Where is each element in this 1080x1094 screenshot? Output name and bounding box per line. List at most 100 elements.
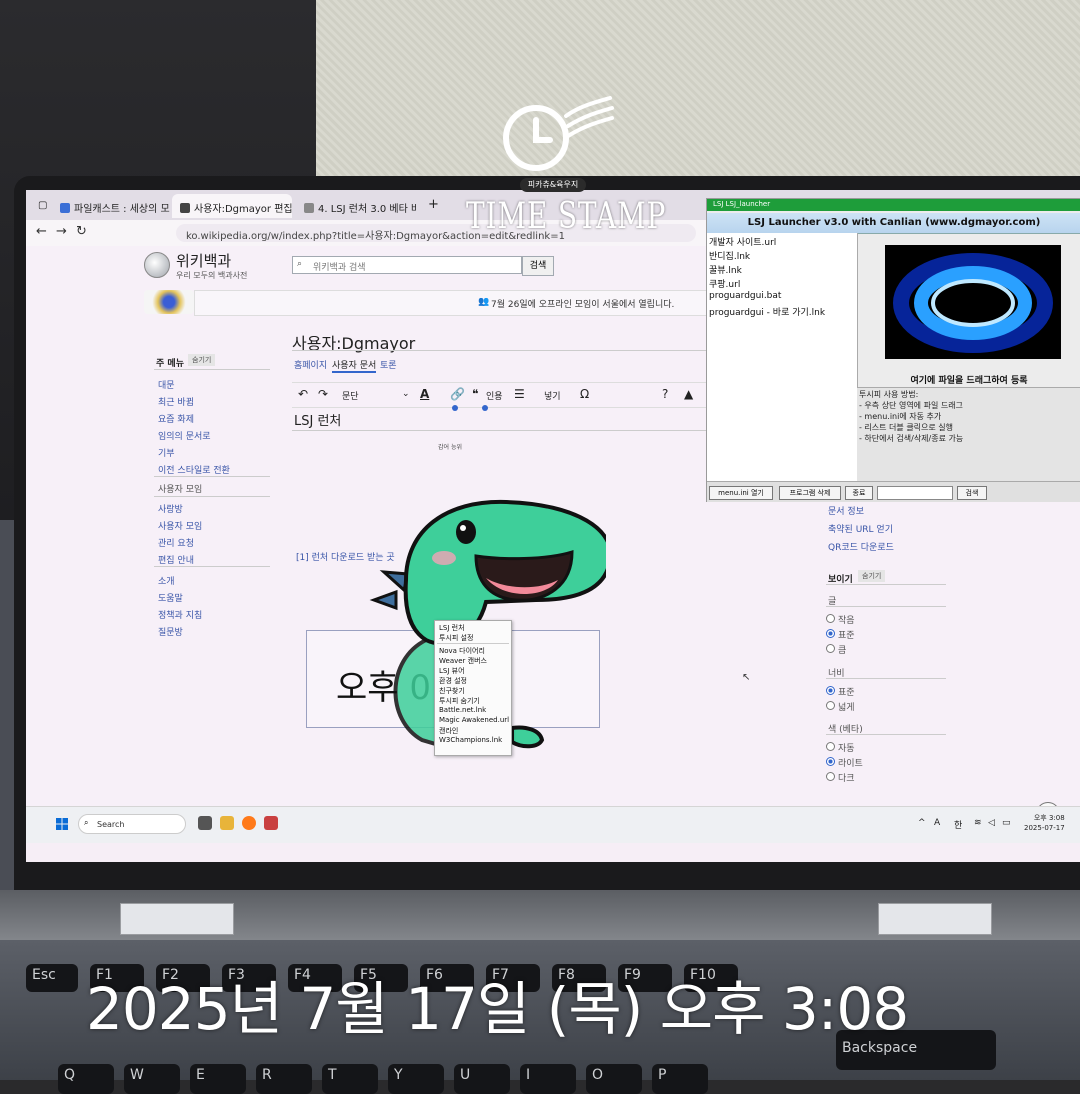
sidebar-hide-button[interactable]: 숨기기 [188, 354, 216, 366]
menu-item-weaver-canvas[interactable]: Weaver 캔버스 [439, 656, 487, 666]
cite-button[interactable]: 인용 [486, 389, 503, 402]
sidebar-item-old-skin[interactable]: 이전 스타일로 전환 [158, 463, 230, 476]
ime-korean-indicator[interactable]: 한 [954, 818, 962, 831]
menu-item-find-friends[interactable]: 친구찾기 [439, 686, 465, 696]
tray-clock[interactable]: 오후 3:08 2025-07-17 [1024, 813, 1065, 833]
reload-button[interactable]: ↻ [76, 224, 87, 239]
menu-item-battlenet[interactable]: Battle.net.lnk [439, 706, 486, 714]
list-item[interactable]: proguardgui - 바로 가기.lnk [709, 305, 825, 318]
list-item[interactable]: 반디집.lnk [709, 249, 750, 262]
tab-menu-icon[interactable]: ▢ [30, 194, 50, 218]
tab-wikipedia-editor[interactable]: 사용자:Dgmayor 편집기 - 위키 [172, 194, 292, 218]
sidebar-item-questions[interactable]: 질문방 [158, 625, 183, 638]
tab-homepage[interactable]: 홈페이지 [294, 358, 327, 371]
tool-short-url[interactable]: 축약된 URL 얻기 [828, 522, 893, 535]
radio-color-dark[interactable] [826, 772, 835, 781]
lsj-program-list[interactable]: 개발자 사이트.url 반디집.lnk 꿀뷰.lnk 쿠팡.url progua… [707, 233, 858, 481]
paragraph-format-dropdown[interactable]: 문단 [342, 389, 359, 402]
warning-icon[interactable]: ▲ [684, 387, 693, 401]
menu-item-hide[interactable]: 투시피 숨기기 [439, 696, 480, 706]
tab-user-page[interactable]: 사용자 문서 [332, 358, 377, 373]
radio-width-wide[interactable] [826, 701, 835, 710]
sidebar-item-admin-request[interactable]: 관리 요청 [158, 536, 194, 549]
key-i[interactable]: I [520, 1064, 576, 1094]
menu-item-nova-diary[interactable]: Nova 다이어리 [439, 646, 485, 656]
wiki-search-button[interactable]: 검색 [522, 256, 554, 276]
special-character-icon[interactable]: Ω [580, 387, 589, 401]
wiki-search-input[interactable]: 위키백과 검색 [292, 256, 522, 274]
list-item[interactable]: proguardgui.bat [709, 291, 781, 301]
list-item[interactable]: 꿀뷰.lnk [709, 263, 742, 276]
chevron-down-icon[interactable]: ⌄ [402, 389, 410, 399]
sidebar-item-recent[interactable]: 최근 바뀜 [158, 395, 194, 408]
radio-text-small[interactable] [826, 614, 835, 623]
redo-icon[interactable]: ↷ [318, 387, 328, 401]
taskbar-search-input[interactable]: Search [78, 814, 186, 834]
key-q[interactable]: Q [58, 1064, 114, 1094]
lsj-search-button[interactable]: 검색 [957, 486, 987, 500]
key-y[interactable]: Y [388, 1064, 444, 1094]
new-tab-button[interactable]: + [420, 194, 447, 218]
pinned-app-icon[interactable] [264, 816, 278, 830]
sidebar-item-user-group[interactable]: 사용자 모임 [158, 519, 202, 532]
wikipedia-globe-icon[interactable] [144, 252, 170, 278]
help-icon[interactable]: ? [662, 387, 668, 401]
body-small-text[interactable]: 감어 능위 [438, 442, 462, 451]
undo-icon[interactable]: ↶ [298, 387, 308, 401]
task-view-icon[interactable] [198, 816, 212, 830]
delete-program-button[interactable]: 프로그램 삭제 [779, 486, 841, 500]
tab-lsj-release[interactable]: 4. LSJ 런처 3.0 베타 버전 배포 [296, 194, 416, 218]
radio-text-large[interactable] [826, 644, 835, 653]
menu-item-lsj-launcher[interactable]: LSJ 런처 [439, 623, 465, 633]
menu-item-settings[interactable]: 투시피 설정 [439, 633, 473, 643]
forward-button[interactable]: → [56, 224, 67, 239]
radio-text-standard[interactable] [826, 629, 835, 638]
exit-button[interactable]: 종료 [845, 486, 873, 500]
section-heading[interactable]: LSJ 런처 [294, 410, 341, 429]
open-menu-ini-button[interactable]: menu.ini 열기 [709, 486, 773, 500]
radio-color-light[interactable] [826, 757, 835, 766]
radio-width-standard[interactable] [826, 686, 835, 695]
sidebar-item-news[interactable]: 요즘 화제 [158, 412, 194, 425]
tool-qr-code[interactable]: QR코드 다운로드 [828, 540, 894, 553]
list-item[interactable]: 쿠팡.url [709, 277, 740, 290]
key-p[interactable]: P [652, 1064, 708, 1094]
key-o[interactable]: O [586, 1064, 642, 1094]
sidebar-item-about[interactable]: 소개 [158, 574, 175, 587]
sidebar-item-village[interactable]: 사랑방 [158, 502, 183, 515]
menu-item-magic-awakened[interactable]: Magic Awakened.url [439, 716, 509, 724]
sidebar-item-help[interactable]: 도움말 [158, 591, 183, 604]
ime-a-indicator[interactable]: A [934, 818, 940, 828]
key-e[interactable]: E [190, 1064, 246, 1094]
key-t[interactable]: T [322, 1064, 378, 1094]
sidebar-item-policy[interactable]: 정책과 지침 [158, 608, 202, 621]
insert-dropdown[interactable]: 넣기 [544, 389, 561, 402]
key-r[interactable]: R [256, 1064, 312, 1094]
sidebar-item-main[interactable]: 대문 [158, 378, 175, 391]
windows-start-icon[interactable] [56, 818, 68, 830]
lsj-titlebar[interactable]: LSJ LSJ_launcher [707, 199, 1080, 211]
firefox-icon[interactable] [242, 816, 256, 830]
tab-talk[interactable]: 토론 [380, 358, 397, 371]
text-style-icon[interactable]: A [420, 387, 429, 401]
tool-page-info[interactable]: 문서 정보 [828, 504, 864, 517]
chevron-up-icon[interactable]: ^ [918, 818, 926, 828]
sidebar-item-edit-guide[interactable]: 편집 안내 [158, 553, 194, 566]
link-icon[interactable]: 🔗 [450, 387, 465, 401]
sidebar-item-random[interactable]: 임의의 문서로 [158, 429, 211, 442]
appearance-hide-button[interactable]: 숨기기 [858, 570, 886, 582]
file-explorer-icon[interactable] [220, 816, 234, 830]
sidebar-item-donate[interactable]: 기부 [158, 446, 175, 459]
lsj-drop-zone-image[interactable] [885, 245, 1061, 359]
wikipedia-logo-title[interactable]: 위키백과 [176, 250, 231, 271]
menu-item-canlian[interactable]: 캔라인 [439, 726, 458, 736]
radio-color-auto[interactable] [826, 742, 835, 751]
list-icon[interactable]: ☰ [514, 387, 525, 401]
back-button[interactable]: ← [36, 224, 47, 239]
battery-icon[interactable]: ▭ [1002, 818, 1011, 828]
menu-item-w3champions[interactable]: W3Champions.lnk [439, 736, 502, 744]
key-u[interactable]: U [454, 1064, 510, 1094]
quote-icon[interactable]: ❝ [472, 387, 478, 401]
tab-filecast[interactable]: 파일캐스트 : 세상의 모든 파일 [52, 194, 170, 218]
key-w[interactable]: W [124, 1064, 180, 1094]
